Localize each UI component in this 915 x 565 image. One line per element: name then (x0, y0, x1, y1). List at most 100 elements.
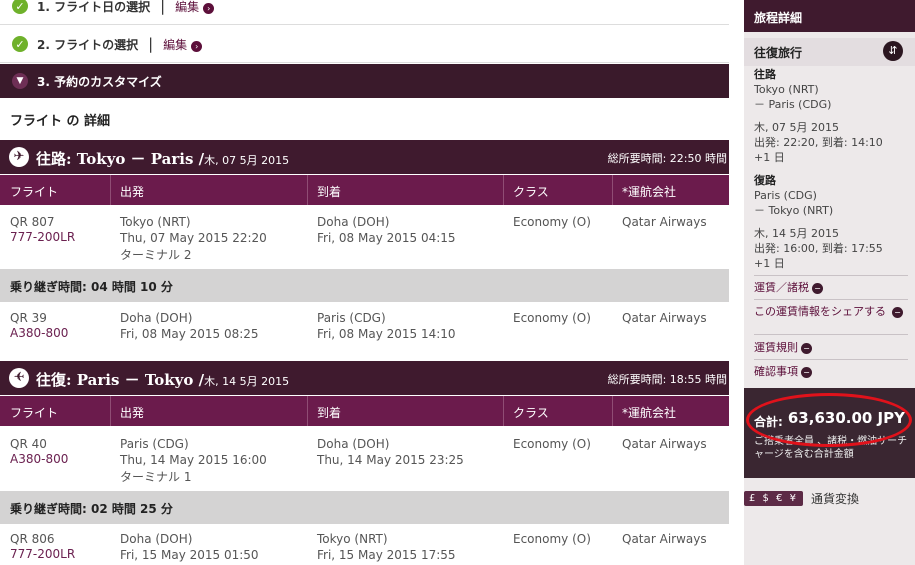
column-divider (110, 396, 111, 426)
col-departure: 出発 (120, 406, 145, 420)
carrier: Qatar Airways (622, 532, 707, 546)
column-divider (307, 396, 308, 426)
step-label: 2. フライトの選択 (37, 37, 139, 52)
column-header: フライト 出発 到着 クラス *運航会社 (0, 175, 729, 205)
departure-time: Fri, 08 May 2015 08:25 (120, 327, 259, 341)
departure-time: Fri, 15 May 2015 01:50 (120, 548, 259, 562)
column-divider (503, 396, 504, 426)
link-label[interactable]: 運賃規則 (754, 341, 798, 354)
trip-type-row: 往復旅行 ⇵ (744, 38, 915, 66)
return-from: Paris (CDG) (754, 189, 817, 202)
departure-time: Thu, 07 May 2015 22:20 (120, 231, 267, 245)
connection-bar: 乗り継ぎ時間: 02 時間 25 分 (0, 491, 729, 524)
col-class: クラス (513, 406, 549, 420)
outbound-header: ✈ 往路: Tokyo － Paris /木, 07 5月 2015 総所要時間… (0, 140, 729, 174)
carrier: Qatar Airways (622, 311, 707, 325)
inbound-header: ✈ 往復: Paris － Tokyo /木, 14 5月 2015 総所要時間… (0, 361, 729, 395)
inbound-date: 木, 14 5月 2015 (204, 375, 290, 388)
departure-time: Thu, 14 May 2015 16:00 (120, 453, 267, 467)
link-label[interactable]: 確認事項 (754, 365, 798, 378)
column-header: フライト 出発 到着 クラス *運航会社 (0, 396, 729, 426)
outbound-date: 木, 07 5月 2015 (754, 121, 839, 134)
plane-icon: ✈ (9, 368, 29, 388)
outbound-to: － Paris (CDG) (754, 98, 832, 111)
arrival-city: Doha (DOH) (317, 215, 390, 229)
step-customize[interactable]: ▼ 3. 予約のカスタマイズ (0, 64, 729, 98)
carrier: Qatar Airways (622, 215, 707, 229)
connection-time: 乗り継ぎ時間: 02 時間 25 分 (10, 502, 173, 516)
step-label: 3. 予約のカスタマイズ (37, 74, 162, 89)
arrival-city: Doha (DOH) (317, 437, 390, 451)
currency-icon[interactable]: £ $ € ¥ (744, 491, 803, 506)
flight-details-main: ✓ 1. フライト日の選択 | 編集 › ✓ 2. フライトの選択 | 編集 › ▼… (0, 0, 729, 565)
flight-number: QR 806 (10, 532, 55, 546)
aircraft-link[interactable]: 777-200LR (10, 230, 75, 244)
travel-class: Economy (O) (513, 215, 591, 229)
col-arrival: 到着 (317, 406, 342, 420)
step-select-flight: ✓ 2. フライトの選択 | 編集 › (0, 26, 729, 63)
fare-taxes-link[interactable]: 運賃／諸税 − (754, 281, 823, 294)
flight-row: QR 807 777-200LR Tokyo (NRT) Thu, 07 May… (0, 215, 729, 269)
carrier: Qatar Airways (622, 437, 707, 451)
aircraft-link[interactable]: A380-800 (10, 326, 68, 340)
outbound-route: 往路: Tokyo － Paris /木, 07 5月 2015 (36, 148, 289, 169)
travel-class: Economy (O) (513, 532, 591, 546)
travel-class: Economy (O) (513, 311, 591, 325)
departure-city: Paris (CDG) (120, 437, 189, 451)
column-divider (612, 175, 613, 205)
travel-class: Economy (O) (513, 437, 591, 451)
chevron-down-icon[interactable]: ▼ (12, 73, 28, 89)
edit-flight-link[interactable]: 編集 › (163, 36, 203, 53)
col-arrival: 到着 (317, 185, 342, 199)
trip-type: 往復旅行 (754, 46, 803, 60)
share-fare-link[interactable]: この運賃情報をシェアする (754, 305, 894, 318)
edit-date-link[interactable]: 編集 › (175, 0, 215, 15)
departure-city: Tokyo (NRT) (120, 215, 191, 229)
edit-label[interactable]: 編集 (163, 38, 187, 52)
inbound-duration: 総所要時間: 18:55 時間 (607, 373, 727, 386)
currency-label[interactable]: 通貨変換 (811, 490, 859, 507)
highlight-ring (746, 393, 912, 447)
return-label: 復路 (754, 174, 776, 187)
link-label[interactable]: この運賃情報をシェアする (754, 305, 886, 318)
outbound-label: 往路 (754, 68, 776, 81)
link-label[interactable]: 運賃／諸税 (754, 281, 809, 294)
divider (754, 299, 908, 300)
minus-circle-icon[interactable]: − (801, 342, 812, 354)
outbound-plus-day: +1 日 (754, 151, 785, 164)
column-divider (110, 175, 111, 205)
step-select-date: ✓ 1. フライト日の選択 | 編集 › (0, 0, 729, 25)
flight-number: QR 40 (10, 437, 47, 451)
arrival-city: Tokyo (NRT) (317, 532, 388, 546)
column-divider (307, 175, 308, 205)
step-label: 1. フライト日の選択 (37, 0, 151, 14)
minus-circle-icon[interactable]: − (801, 366, 812, 378)
departure-city: Doha (DOH) (120, 311, 193, 325)
flight-row: QR 40 A380-800 Paris (CDG) Thu, 14 May 2… (0, 437, 729, 491)
arrow-circle-icon[interactable]: › (191, 40, 203, 52)
arrival-time: Fri, 15 May 2015 17:55 (317, 548, 456, 562)
inbound-route: 往復: Paris － Tokyo /木, 14 5月 2015 (36, 369, 289, 390)
currency-converter[interactable]: £ $ € ¥ 通貨変換 (744, 490, 859, 507)
aircraft-link[interactable]: 777-200LR (10, 547, 75, 561)
arrow-circle-icon[interactable]: › (203, 2, 215, 14)
column-divider (612, 396, 613, 426)
connection-bar: 乗り継ぎ時間: 04 時間 10 分 (0, 269, 729, 302)
edit-label[interactable]: 編集 (175, 0, 199, 14)
col-flight: フライト (10, 406, 59, 420)
check-icon: ✓ (12, 36, 28, 52)
terminal: ターミナル 2 (120, 248, 192, 262)
minus-circle-icon[interactable]: − (892, 307, 903, 318)
return-to: － Tokyo (NRT) (754, 204, 834, 217)
col-carrier: *運航会社 (622, 185, 677, 199)
divider: | (160, 0, 166, 15)
divider (754, 359, 908, 360)
col-departure: 出発 (120, 185, 145, 199)
minus-circle-icon[interactable]: − (812, 282, 823, 294)
notices-link[interactable]: 確認事項 − (754, 365, 812, 378)
aircraft-link[interactable]: A380-800 (10, 452, 68, 466)
col-flight: フライト (10, 185, 59, 199)
fare-rules-link[interactable]: 運賃規則 − (754, 341, 812, 354)
col-class: クラス (513, 185, 549, 199)
arrival-time: Fri, 08 May 2015 14:10 (317, 327, 456, 341)
